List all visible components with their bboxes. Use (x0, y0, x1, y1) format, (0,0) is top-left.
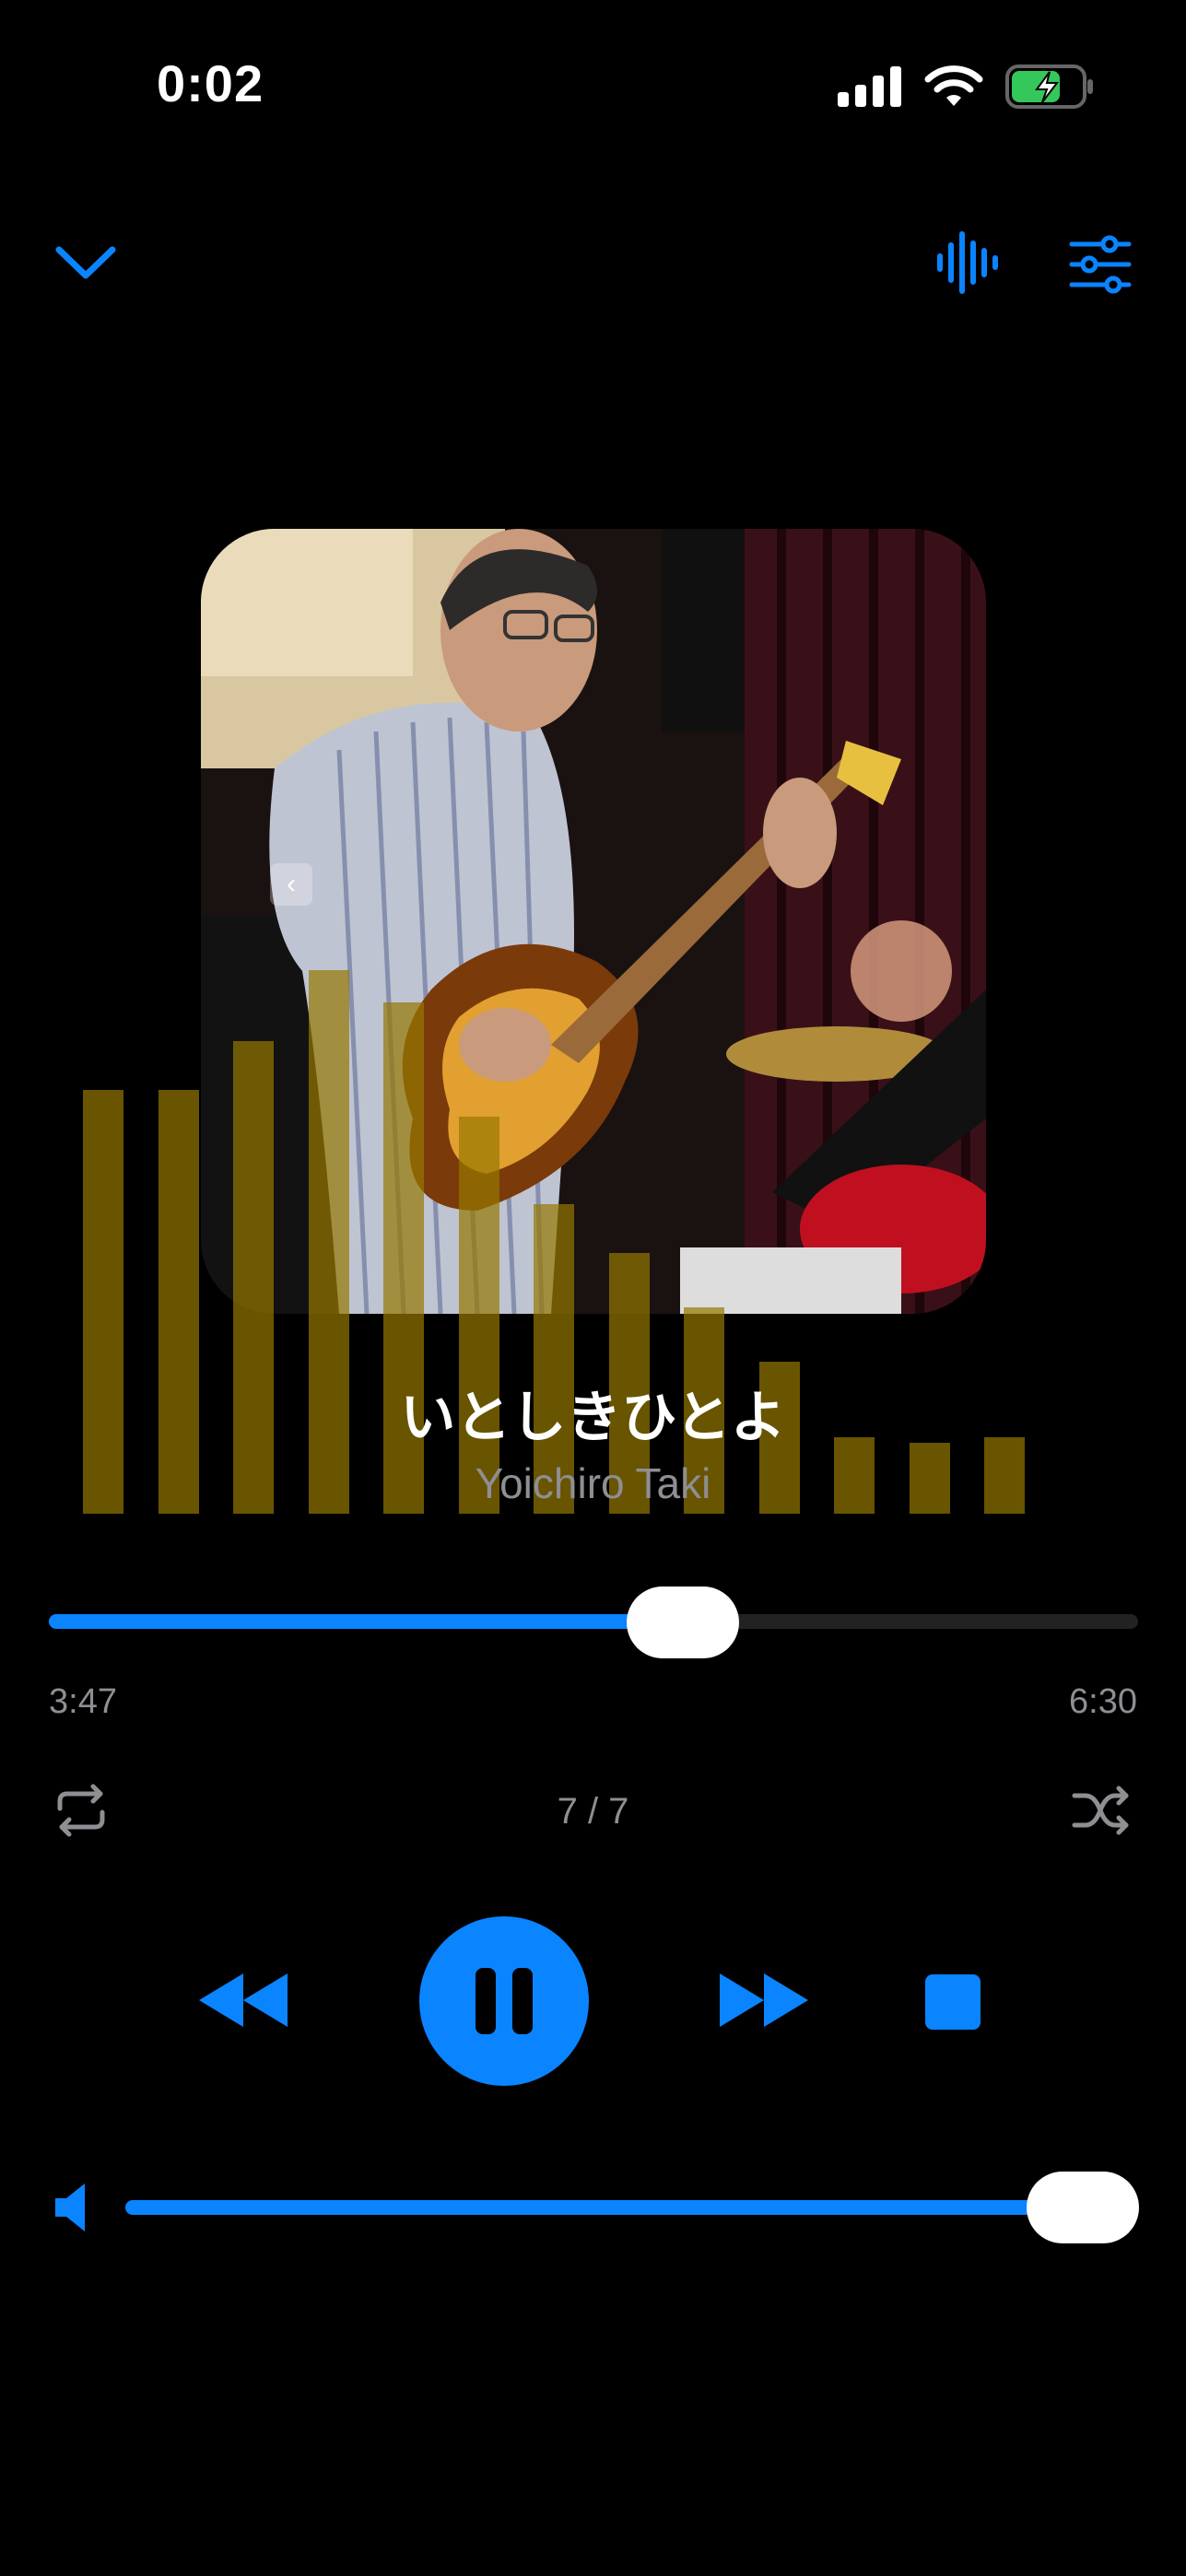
fast-forward-icon (720, 1973, 808, 2027)
song-title: いとしきひとよ (400, 1387, 786, 1448)
progress-fill (49, 1614, 683, 1629)
volume-speaker (53, 2182, 90, 2233)
collapse-player-button[interactable] (53, 235, 118, 290)
pause-button[interactable] (419, 1916, 589, 2086)
album-artwork (201, 529, 986, 1314)
shuffle-icon (1072, 1786, 1129, 1835)
battery-charging-icon (1005, 64, 1093, 109)
rewind-button[interactable] (195, 1970, 291, 2031)
track-index: 7 / 7 (557, 1791, 629, 1832)
cellular-signal-icon (838, 66, 901, 107)
waveform-icon (937, 231, 998, 294)
stop-button[interactable] (925, 1974, 981, 2030)
volume-thumb[interactable] (1027, 2172, 1139, 2243)
visualizer-button[interactable] (935, 230, 1000, 295)
previous-artwork-hint[interactable]: ‹ (270, 863, 312, 906)
artist-name: Yoichiro Taki (475, 1459, 711, 1507)
chevron-left-icon: ‹ (287, 869, 296, 899)
progress-thumb[interactable] (626, 1587, 739, 1658)
equalizer-settings-button[interactable] (1069, 235, 1132, 294)
volume-fill (125, 2200, 1083, 2215)
rewind-icon (199, 1973, 288, 2027)
speaker-icon (55, 2184, 85, 2231)
total-time: 6:30 (1069, 1682, 1137, 1721)
pause-icon (476, 1968, 533, 2034)
status-icons (838, 64, 1094, 109)
chevron-down-icon (55, 246, 116, 279)
status-time: 0:02 (157, 54, 264, 112)
wifi-icon (924, 65, 983, 106)
fast-forward-button[interactable] (716, 1970, 812, 2031)
sliders-icon (1069, 235, 1132, 294)
shuffle-button[interactable] (1071, 1783, 1132, 1838)
elapsed-time: 3:47 (49, 1682, 117, 1721)
